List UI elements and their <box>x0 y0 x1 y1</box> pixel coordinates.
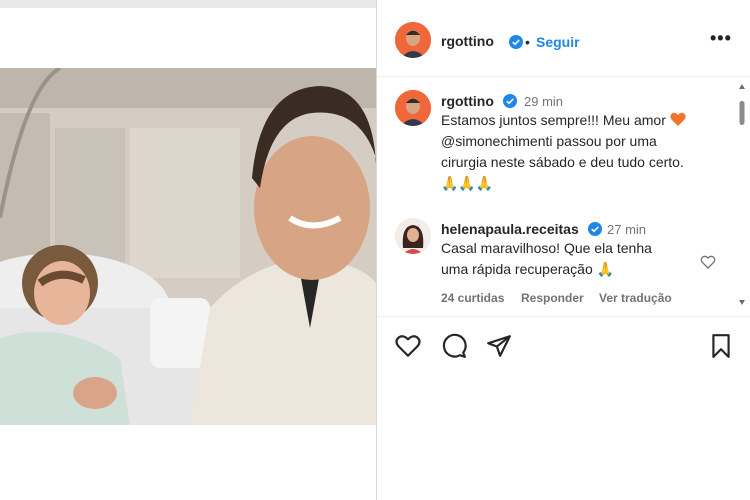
comment-likes[interactable]: 24 curtidas <box>441 291 504 305</box>
comments-scrollbar[interactable] <box>738 83 746 307</box>
commenter-username[interactable]: helenapaula.receitas <box>441 221 579 237</box>
avatar-image <box>395 218 431 254</box>
comment-icon[interactable] <box>441 333 467 359</box>
post-details-panel: rgottino • Seguir ••• rgottino 29 min Es… <box>377 0 750 500</box>
header-separator: • <box>525 34 530 50</box>
follow-button[interactable]: Seguir <box>536 34 580 50</box>
mention-link[interactable]: @simonechimenti <box>441 133 552 149</box>
comments-area: rgottino 29 min Estamos juntos sempre!!!… <box>377 77 750 307</box>
reply-button[interactable]: Responder <box>521 291 584 305</box>
like-heart-icon[interactable] <box>395 333 421 359</box>
comment-line-2: uma rápida recuperação 🙏 <box>441 261 615 277</box>
share-icon[interactable] <box>486 333 512 359</box>
author-username[interactable]: rgottino <box>441 33 494 49</box>
avatar-image <box>395 22 431 58</box>
comment-like-heart-icon[interactable] <box>700 254 716 270</box>
top-strip <box>0 0 376 8</box>
scroll-up-arrow-icon <box>739 84 745 89</box>
caption-line-2: passou por uma <box>552 133 657 149</box>
caption-author[interactable]: rgottino <box>441 93 494 109</box>
caption-avatar[interactable] <box>395 90 431 126</box>
post-photo[interactable] <box>0 68 376 425</box>
verified-badge-icon <box>503 94 517 108</box>
commenter-avatar[interactable] <box>395 218 431 254</box>
caption-emojis: 🙏🙏🙏 <box>441 175 494 191</box>
actions-divider <box>377 316 750 317</box>
bookmark-icon[interactable] <box>708 333 734 359</box>
verified-badge-icon <box>588 222 602 236</box>
scrollbar-thumb <box>739 101 745 125</box>
scroll-down-arrow-icon <box>739 300 745 305</box>
post-header: rgottino • Seguir ••• <box>377 0 750 77</box>
caption-text: Estamos juntos sempre!!! Meu amor @simon… <box>441 110 741 194</box>
comment-line-1: Casal maravilhoso! Que ela tenha <box>441 240 652 256</box>
author-avatar[interactable] <box>395 22 431 58</box>
post-media-panel <box>0 0 376 500</box>
verified-badge-icon <box>509 35 523 49</box>
caption-line-1: Estamos juntos sempre!!! Meu amor <box>441 112 666 128</box>
avatar-image <box>395 90 431 126</box>
comment-time[interactable]: 27 min <box>607 222 646 237</box>
comment-text: Casal maravilhoso! Que ela tenha uma ráp… <box>441 238 691 280</box>
orange-heart-emoji-icon <box>670 112 686 126</box>
more-options-icon[interactable]: ••• <box>710 28 732 49</box>
translate-button[interactable]: Ver tradução <box>599 291 672 305</box>
post-photo-illustration <box>0 68 376 425</box>
caption-time[interactable]: 29 min <box>524 94 563 109</box>
caption-line-3: cirurgia neste sábado e deu tudo certo. <box>441 154 684 170</box>
